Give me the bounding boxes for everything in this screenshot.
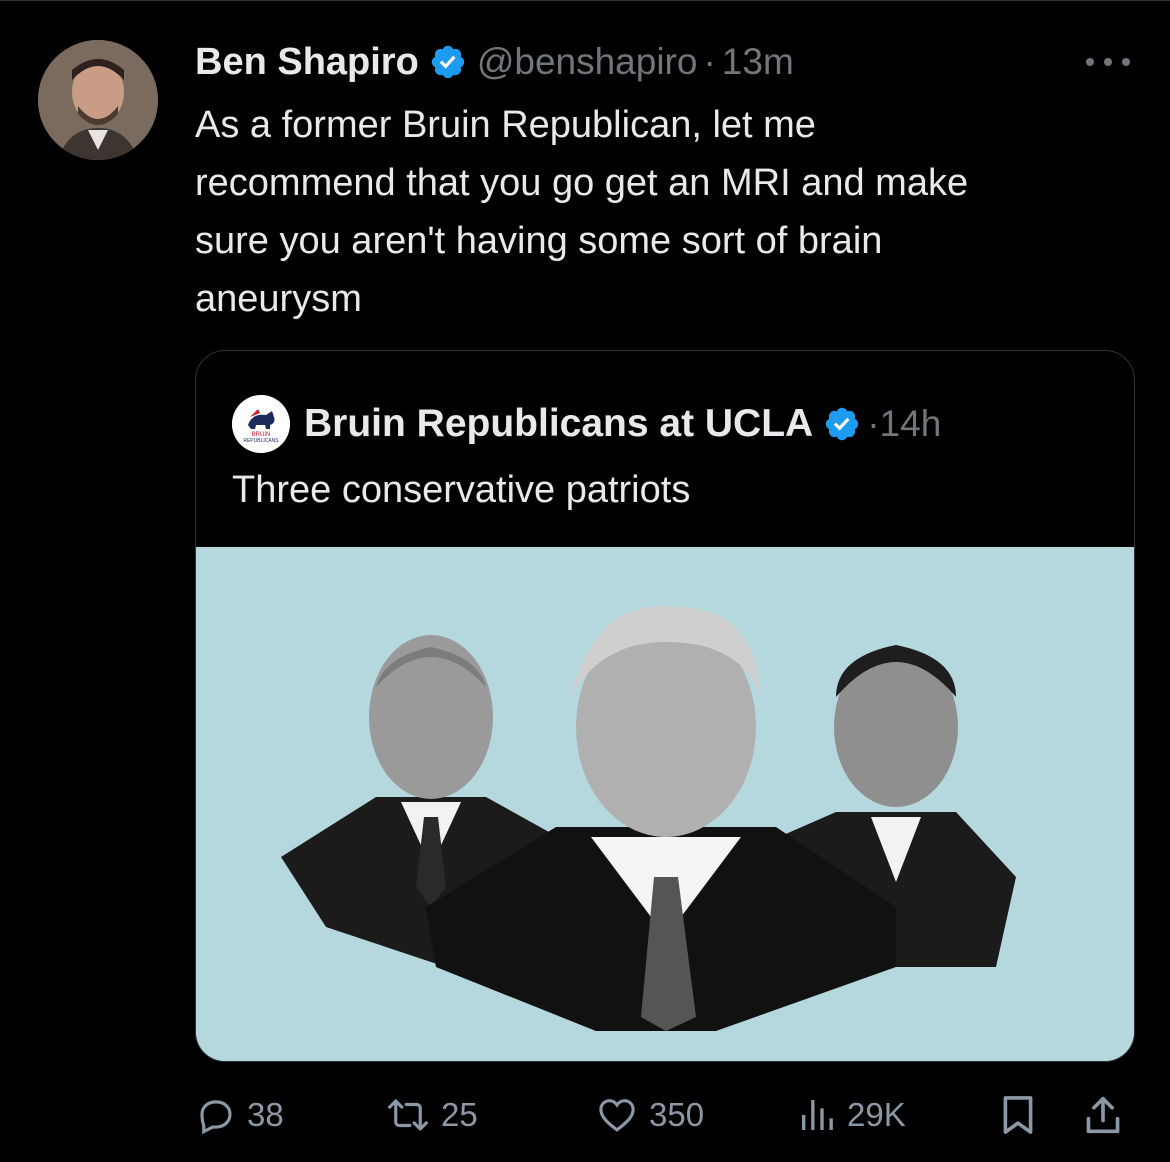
quoted-tweet-image[interactable]: [196, 547, 1134, 1061]
quoted-timestamp[interactable]: 14h: [880, 403, 942, 445]
three-portraits-image: [196, 547, 1134, 1061]
tweet-header: Ben Shapiro @benshapiro · 13m: [195, 38, 794, 86]
author-name[interactable]: Ben Shapiro: [195, 41, 419, 84]
separator-dot: ·: [703, 41, 716, 82]
separator-dot: ·: [867, 403, 880, 444]
reply-icon: [200, 1100, 232, 1135]
like-count: 350: [649, 1096, 705, 1133]
verified-badge-icon: [825, 407, 859, 441]
author-avatar[interactable]: [38, 40, 158, 160]
logo-text-bottom: REPUBLICANS: [243, 438, 279, 444]
views-button[interactable]: 29K: [797, 1090, 906, 1140]
reply-button[interactable]: 38: [195, 1090, 284, 1140]
like-icon: [599, 1099, 635, 1132]
views-icon: [802, 1100, 833, 1130]
views-count: 29K: [847, 1096, 906, 1133]
like-button[interactable]: 350: [595, 1090, 704, 1140]
repost-count: 25: [441, 1096, 478, 1133]
quoted-tweet-text: Three conservative patriots: [232, 469, 691, 511]
tweet-actions: 38 25 350 29K: [195, 1090, 1135, 1140]
bookmark-icon: [1003, 1096, 1033, 1134]
repost-button[interactable]: 25: [385, 1090, 478, 1140]
quoted-tweet[interactable]: BRUIN REPUBLICANS Bruin Republicans at U…: [195, 350, 1135, 1062]
avatar-image: [38, 40, 158, 160]
verified-badge-icon: [431, 45, 465, 79]
author-handle[interactable]: @benshapiro: [477, 41, 698, 83]
bruin-republicans-logo: BRUIN REPUBLICANS: [232, 395, 290, 453]
more-icon[interactable]: [1086, 52, 1130, 72]
tweet-text: As a former Bruin Republican, let me rec…: [195, 104, 969, 320]
repost-icon: [388, 1099, 428, 1131]
share-button[interactable]: [1083, 1090, 1123, 1140]
quoted-author-avatar[interactable]: BRUIN REPUBLICANS: [232, 395, 290, 453]
reply-count: 38: [247, 1096, 284, 1133]
tweet-timestamp[interactable]: 13m: [722, 41, 794, 83]
share-icon: [1086, 1096, 1120, 1134]
quoted-tweet-header: BRUIN REPUBLICANS Bruin Republicans at U…: [232, 395, 941, 453]
top-divider: [0, 0, 1170, 1]
quoted-author-name[interactable]: Bruin Republicans at UCLA: [304, 402, 813, 446]
bookmark-button[interactable]: [1000, 1090, 1036, 1140]
